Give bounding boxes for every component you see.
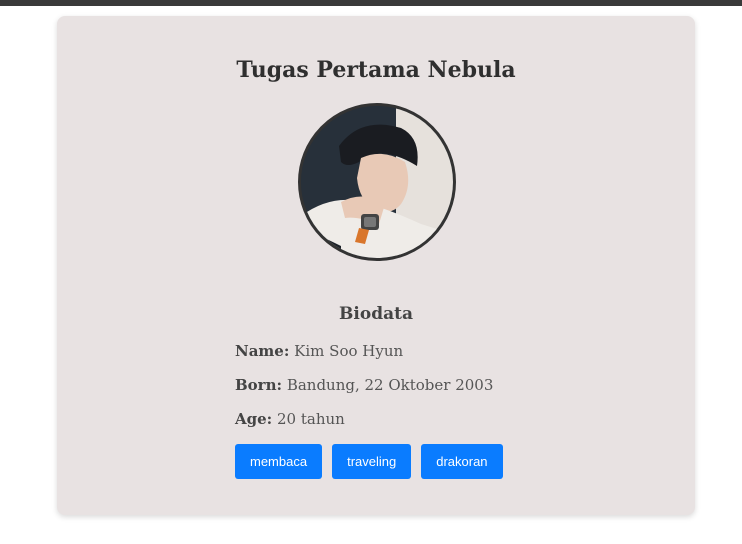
biodata-heading: Biodata bbox=[339, 304, 413, 324]
hobby-button-traveling[interactable]: traveling bbox=[332, 444, 412, 479]
name-value: Kim Soo Hyun bbox=[294, 342, 404, 360]
born-row: Born: Bandung, 22 Oktober 2003 bbox=[235, 375, 493, 395]
page-title: Tugas Pertama Nebula bbox=[236, 57, 516, 83]
browser-top-bar bbox=[0, 0, 742, 6]
age-label: Age: bbox=[235, 410, 273, 428]
hobby-buttons: membaca traveling drakoran bbox=[235, 444, 503, 479]
born-value: Bandung, 22 Oktober 2003 bbox=[286, 376, 494, 394]
profile-card: Tugas Pertama Nebula Biodata Name: Kim S… bbox=[57, 16, 695, 515]
hobby-button-drakoran[interactable]: drakoran bbox=[421, 444, 503, 479]
age-value: 20 tahun bbox=[277, 410, 345, 428]
born-label: Born: bbox=[235, 376, 283, 394]
age-row: Age: 20 tahun bbox=[235, 409, 345, 429]
name-label: Name: bbox=[235, 342, 290, 360]
profile-photo bbox=[301, 106, 453, 258]
hobby-button-membaca[interactable]: membaca bbox=[235, 444, 323, 479]
name-row: Name: Kim Soo Hyun bbox=[235, 341, 403, 361]
avatar bbox=[298, 103, 456, 261]
